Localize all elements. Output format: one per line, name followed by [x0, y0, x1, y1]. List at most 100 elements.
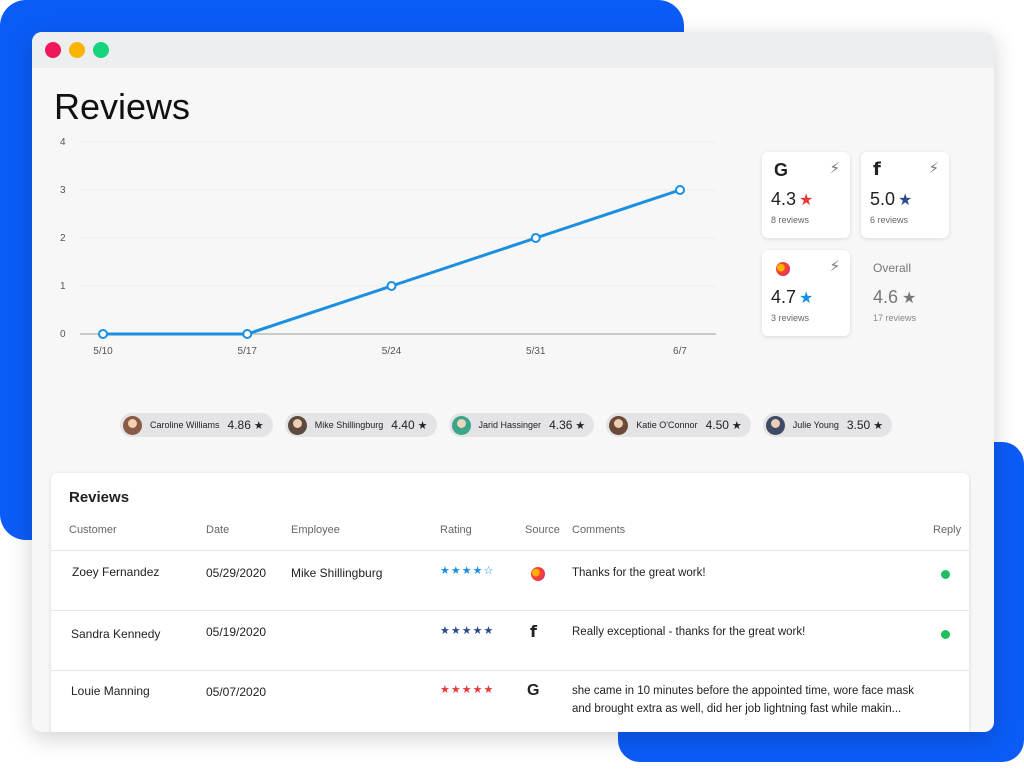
table-row[interactable]: Zoey Fernandez 05/29/2020 Mike Shillingb…	[51, 550, 969, 610]
column-header-reply[interactable]: Reply	[933, 524, 961, 536]
rating-stars: ★★★★☆	[440, 565, 495, 577]
y-tick-label: 1	[60, 281, 66, 292]
customer-name: Louie Manning	[71, 684, 150, 698]
data-point	[98, 329, 108, 339]
series-line	[103, 188, 681, 336]
avatar	[451, 415, 471, 435]
employee-score: 4.50	[705, 418, 729, 432]
window-titlebar	[32, 32, 994, 68]
employee-chip[interactable]: Julie Young 3.50 ★	[762, 413, 893, 437]
rating-stars: ★★★★★	[440, 684, 495, 696]
employee-chips: Caroline Williams 4.86 ★ Mike Shillingbu…	[120, 413, 893, 437]
google-review-count: 8 reviews	[771, 215, 810, 225]
bolt-icon[interactable]: ⚡	[928, 159, 939, 177]
google-icon: G	[774, 160, 789, 180]
close-window-button[interactable]	[45, 42, 61, 58]
x-tick-label: 5/24	[382, 346, 402, 357]
star-icon: ★	[575, 419, 586, 432]
facebook-review-count: 6 reviews	[870, 215, 909, 225]
star-icon: ★	[731, 419, 742, 432]
employee-score: 4.86	[227, 418, 251, 432]
reviews-table-title: Reviews	[69, 489, 130, 506]
yelp-rating: 4.7 ★	[771, 287, 813, 308]
x-tick-label: 5/17	[238, 346, 258, 357]
review-date: 05/29/2020	[206, 566, 267, 580]
table-row[interactable]: Louie Manning 05/07/2020 ★★★★★ G she cam…	[51, 670, 969, 732]
column-header-rating[interactable]: Rating	[440, 524, 472, 536]
x-tick-label: 5/31	[526, 346, 546, 357]
yelp-icon	[531, 567, 545, 581]
star-icon: ★	[902, 289, 917, 307]
employee-score: 3.50	[846, 418, 871, 432]
reviews-line-chart: 0 1 2 3 4 5/10 5/17 5/24 5/31 6/7	[48, 134, 748, 364]
star-icon: ★	[799, 289, 814, 307]
chart-svg: 0 1 2 3 4 5/10 5/17 5/24 5/31 6/7	[60, 137, 716, 357]
overall-review-count: 17 reviews	[873, 313, 917, 323]
employee-score: 4.36	[549, 418, 573, 432]
facebook-icon: f	[873, 159, 881, 180]
review-date: 05/19/2020	[206, 625, 267, 639]
review-comment: Really exceptional - thanks for the grea…	[572, 626, 806, 638]
avatar	[765, 415, 785, 435]
bolt-icon[interactable]: ⚡	[829, 257, 840, 275]
employee-name: Mike Shillingburg	[291, 566, 383, 580]
y-tick-label: 3	[60, 185, 66, 196]
overall-rating-value: 4.6	[873, 287, 899, 307]
employee-score: 4.40	[391, 418, 415, 432]
employee-name: Caroline Williams	[150, 420, 220, 430]
data-point	[242, 329, 253, 339]
source-card-google[interactable]: G ⚡ 4.3 ★ 8 reviews	[762, 152, 850, 238]
table-row[interactable]: Sandra Kennedy 05/19/2020 ★★★★★ f Really…	[51, 610, 969, 670]
y-tick-label: 0	[60, 329, 66, 340]
employee-chip[interactable]: Katie O'Connor 4.50 ★	[606, 413, 751, 437]
x-tick-label: 6/7	[673, 346, 687, 357]
column-header-source[interactable]: Source	[525, 524, 560, 536]
column-header-customer[interactable]: Customer	[69, 524, 117, 536]
rating-stars: ★★★★★	[440, 625, 495, 637]
yelp-rating-value: 4.7	[771, 287, 797, 307]
employee-name: Katie O'Connor	[636, 420, 698, 430]
review-comment: Thanks for the great work!	[572, 567, 706, 579]
bolt-icon[interactable]: ⚡	[829, 159, 840, 177]
column-header-employee[interactable]: Employee	[291, 524, 340, 536]
employee-chip[interactable]: Mike Shillingburg 4.40 ★	[284, 413, 437, 437]
avatar	[287, 415, 307, 435]
review-date: 05/07/2020	[206, 685, 267, 699]
reviews-table-card: Reviews Customer Date Employee Rating So…	[51, 473, 969, 732]
yelp-icon	[776, 262, 790, 276]
stage: Reviews 0 1 2 3 4 5/10 5/17 5/24 5/31 6/7 G ⚡ 4.3…	[0, 0, 1024, 778]
x-tick-label: 5/10	[93, 346, 113, 357]
google-rating-value: 4.3	[771, 189, 797, 209]
avatar	[123, 415, 142, 435]
review-comment: she came in 10 minutes before the appoin…	[572, 685, 914, 715]
facebook-icon: f	[530, 622, 537, 641]
yelp-review-count: 3 reviews	[771, 313, 810, 323]
employee-chip[interactable]: Caroline Williams 4.86 ★	[120, 413, 273, 437]
y-tick-label: 2	[60, 233, 66, 244]
maximize-window-button[interactable]	[93, 42, 109, 58]
data-point	[530, 233, 541, 243]
overall-label: Overall	[873, 261, 912, 275]
overall-rating-card: Overall 4.6 ★ 17 reviews	[870, 250, 960, 336]
reply-status-dot[interactable]	[941, 630, 950, 639]
star-icon: ★	[253, 419, 264, 432]
y-tick-label: 4	[60, 137, 66, 148]
column-header-date[interactable]: Date	[206, 524, 229, 536]
customer-name: Sandra Kennedy	[71, 627, 161, 641]
employee-name: Jarid Hassinger	[478, 420, 542, 430]
data-point	[386, 281, 397, 291]
reply-status-dot[interactable]	[941, 570, 950, 579]
star-icon: ★	[417, 419, 428, 432]
source-card-facebook[interactable]: f ⚡ 5.0 ★ 6 reviews	[861, 152, 949, 238]
page-title: Reviews	[54, 86, 191, 127]
google-icon: G	[527, 682, 540, 699]
employee-name: Julie Young	[792, 420, 839, 430]
star-icon: ★	[873, 419, 884, 432]
employee-chip[interactable]: Jarid Hassinger 4.36 ★	[448, 413, 595, 437]
minimize-window-button[interactable]	[69, 42, 85, 58]
data-point	[675, 185, 685, 195]
app-window: Reviews 0 1 2 3 4 5/10 5/17 5/24 5/31 6/7 G ⚡ 4.3…	[32, 32, 994, 732]
source-card-yelp[interactable]: ⚡ 4.7 ★ 3 reviews	[762, 250, 850, 336]
star-icon: ★	[799, 191, 814, 209]
column-header-comments[interactable]: Comments	[572, 524, 625, 536]
